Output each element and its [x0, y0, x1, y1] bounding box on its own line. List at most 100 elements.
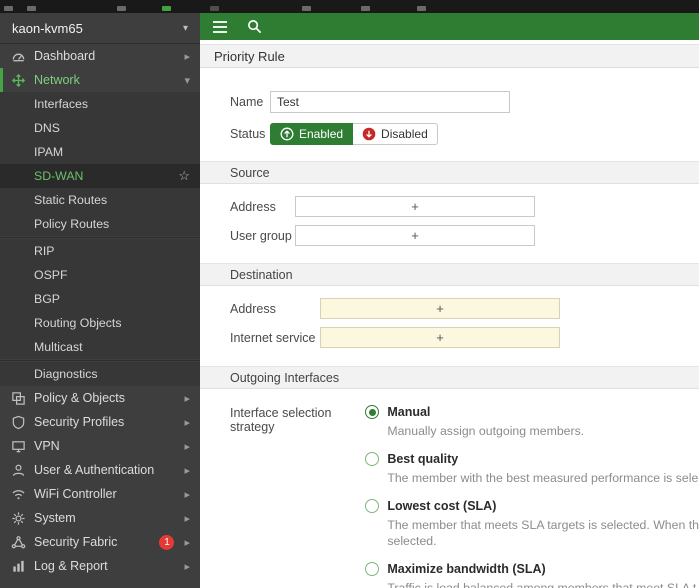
sidebar-item-interfaces[interactable]: Interfaces — [0, 92, 200, 116]
cutoff-icon — [361, 6, 370, 11]
sidebar-item-label: VPN — [34, 439, 180, 453]
network-arrows-icon — [10, 72, 26, 88]
strategy-options: Manual Manually assign outgoing members.… — [365, 405, 699, 588]
internet-service-row: Internet service + — [200, 327, 699, 348]
name-row: Name — [200, 90, 699, 114]
radio-maximize-bandwidth[interactable] — [365, 562, 379, 576]
menu-icon[interactable] — [212, 19, 228, 35]
sidebar-item-label: WiFi Controller — [34, 487, 180, 501]
option-label[interactable]: Manual — [387, 405, 430, 419]
sidebar-item-vpn[interactable]: VPN ▸ — [0, 434, 200, 458]
outgoing-interfaces-section-header: Outgoing Interfaces — [200, 366, 699, 389]
hostname-selector[interactable]: kaon-kvm65 ▾ — [0, 13, 200, 44]
cutoff-icon — [162, 6, 171, 11]
status-enabled-button[interactable]: Enabled — [270, 123, 353, 145]
fortigate-app-window: kaon-kvm65 ▾ Dashboard ▸ Network ▾ Inter… — [0, 0, 699, 588]
chevron-right-icon: ▸ — [184, 50, 190, 63]
sidebar: kaon-kvm65 ▾ Dashboard ▸ Network ▾ Inter… — [0, 13, 200, 588]
divider — [0, 237, 200, 238]
sidebar-item-policy-routes[interactable]: Policy Routes — [0, 212, 200, 236]
sidebar-item-label: Diagnostics — [34, 367, 190, 381]
sidebar-item-security-profiles[interactable]: Security Profiles ▸ — [0, 410, 200, 434]
enabled-label: Enabled — [299, 127, 343, 141]
option-label[interactable]: Best quality — [387, 452, 458, 466]
chevron-right-icon: ▸ — [184, 488, 190, 501]
sidebar-item-dashboard[interactable]: Dashboard ▸ — [0, 44, 200, 68]
divider — [0, 360, 200, 361]
search-icon[interactable] — [246, 19, 262, 35]
name-input[interactable] — [270, 91, 510, 113]
internet-service-add-box[interactable]: + — [320, 327, 560, 348]
strategy-option-manual: Manual Manually assign outgoing members. — [365, 405, 699, 438]
sidebar-item-label: User & Authentication — [34, 463, 180, 477]
section-title: Outgoing Interfaces — [230, 371, 339, 385]
sidebar-item-user-authentication[interactable]: User & Authentication ▸ — [0, 458, 200, 482]
sidebar-item-diagnostics[interactable]: Diagnostics — [0, 362, 200, 386]
option-label[interactable]: Lowest cost (SLA) — [387, 499, 496, 513]
chevron-right-icon: ▸ — [184, 560, 190, 573]
sidebar-item-sdwan[interactable]: SD-WAN ☆ — [0, 164, 200, 188]
sidebar-item-label: Static Routes — [34, 193, 190, 207]
arrow-up-circle-icon — [280, 127, 294, 141]
favorite-star-icon[interactable]: ☆ — [178, 168, 190, 184]
chevron-right-icon: ▸ — [184, 440, 190, 453]
sidebar-item-label: OSPF — [34, 268, 190, 282]
network-submenu: Interfaces DNS IPAM SD-WAN ☆ Static Rout… — [0, 92, 200, 386]
chevron-right-icon: ▸ — [184, 416, 190, 429]
sidebar-item-label: BGP — [34, 292, 190, 306]
page-title: Priority Rule — [214, 49, 285, 64]
sidebar-item-label: DNS — [34, 121, 190, 135]
sidebar-item-label: RIP — [34, 244, 190, 258]
radio-best-quality[interactable] — [365, 452, 379, 466]
sidebar-item-dns[interactable]: DNS — [0, 116, 200, 140]
sidebar-item-multicast[interactable]: Multicast — [0, 335, 200, 359]
source-address-label: Address — [230, 200, 295, 214]
radio-lowest-cost[interactable] — [365, 499, 379, 513]
option-description: The member that meets SLA targets is sel… — [387, 518, 699, 532]
sidebar-item-static-routes[interactable]: Static Routes — [0, 188, 200, 212]
sidebar-item-routing-objects[interactable]: Routing Objects — [0, 311, 200, 335]
arrow-down-circle-icon — [362, 127, 376, 141]
page-title-bar: Priority Rule — [200, 44, 699, 68]
option-description: The member with the best measured perfor… — [387, 471, 699, 485]
option-description: Manually assign outgoing members. — [387, 424, 699, 438]
sidebar-item-log-report[interactable]: Log & Report ▸ — [0, 554, 200, 578]
strategy-option-best-quality: Best quality The member with the best me… — [365, 452, 699, 485]
option-label[interactable]: Maximize bandwidth (SLA) — [387, 562, 545, 576]
sidebar-item-label: Dashboard — [34, 49, 180, 63]
destination-address-add-box[interactable]: + — [320, 298, 560, 319]
sidebar-item-ipam[interactable]: IPAM — [0, 140, 200, 164]
sidebar-item-network[interactable]: Network ▾ — [0, 68, 200, 92]
source-address-add-box[interactable]: + — [295, 196, 535, 217]
main-panel: Priority Rule Name Status Enabled Disabl… — [200, 13, 699, 588]
sidebar-item-label: Security Profiles — [34, 415, 180, 429]
cutoff-icon — [117, 6, 126, 11]
internet-service-label: Internet service — [230, 331, 320, 345]
sidebar-item-label: Log & Report — [34, 559, 180, 573]
sidebar-item-policy-objects[interactable]: Policy & Objects ▸ — [0, 386, 200, 410]
sidebar-item-system[interactable]: System ▸ — [0, 506, 200, 530]
chevron-right-icon: ▸ — [184, 536, 190, 549]
sidebar-item-security-fabric[interactable]: Security Fabric 1 ▸ — [0, 530, 200, 554]
sidebar-item-label: Policy & Objects — [34, 391, 180, 405]
sidebar-item-label: IPAM — [34, 145, 190, 159]
plus-icon: + — [436, 330, 444, 345]
notification-badge: 1 — [159, 535, 174, 550]
chevron-down-icon: ▾ — [183, 23, 188, 34]
radio-manual[interactable] — [365, 405, 379, 419]
sidebar-item-label: System — [34, 511, 180, 525]
user-group-add-box[interactable]: + — [295, 225, 535, 246]
user-icon — [10, 462, 26, 478]
strategy-option-lowest-cost: Lowest cost (SLA) The member that meets … — [365, 499, 699, 548]
shield-icon — [10, 414, 26, 430]
sidebar-item-ospf[interactable]: OSPF — [0, 263, 200, 287]
sidebar-item-wifi-controller[interactable]: WiFi Controller ▸ — [0, 482, 200, 506]
status-disabled-button[interactable]: Disabled — [353, 123, 438, 145]
policy-objects-icon — [10, 390, 26, 406]
sidebar-item-rip[interactable]: RIP — [0, 239, 200, 263]
strategy-label: Interface selection strategy — [230, 405, 365, 434]
sidebar-item-label: Routing Objects — [34, 316, 190, 330]
sidebar-item-label: Policy Routes — [34, 217, 190, 231]
cutoff-top-toolbar — [0, 0, 699, 13]
sidebar-item-bgp[interactable]: BGP — [0, 287, 200, 311]
